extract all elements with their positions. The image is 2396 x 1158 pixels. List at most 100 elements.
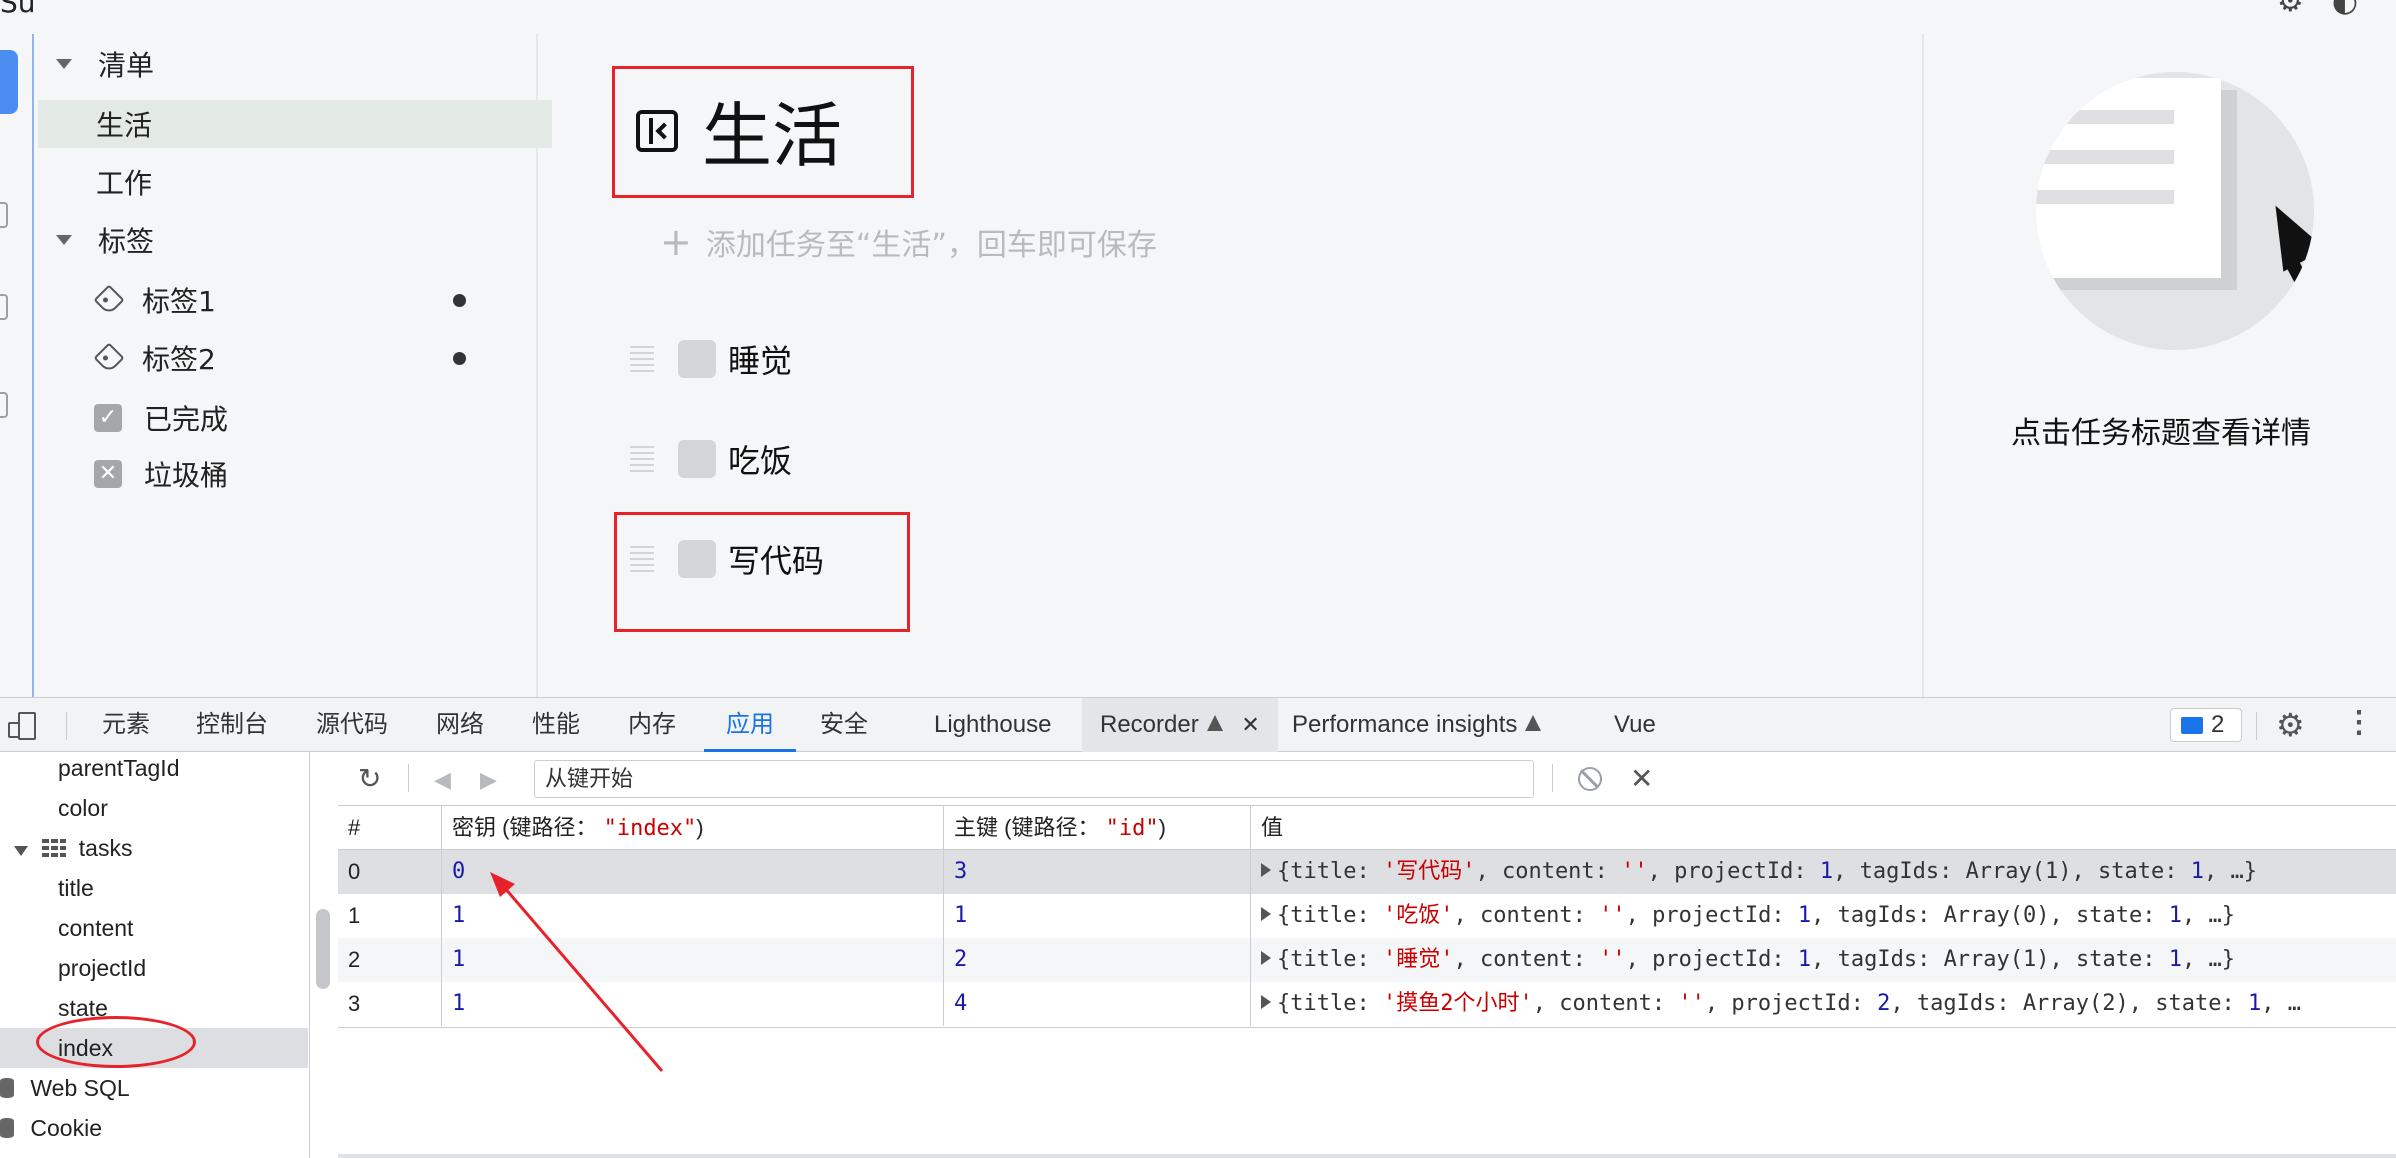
- chevron-down-icon: [56, 59, 72, 69]
- v-project-key: , projectId:: [1625, 903, 1798, 928]
- table-row[interactable]: 0 0 3 {title: '写代码', content: '', projec…: [338, 850, 2396, 894]
- sidebar-group-lists[interactable]: 清单: [56, 40, 536, 88]
- v-content: '': [1599, 903, 1626, 928]
- divider: [66, 712, 67, 740]
- tab-memory[interactable]: 内存: [628, 698, 676, 752]
- issues-button[interactable]: 2: [2170, 708, 2242, 742]
- sidebar-item-tag1[interactable]: 标签1: [56, 276, 536, 324]
- rail-active-button[interactable]: [0, 50, 18, 114]
- device-toggle-icon[interactable]: [8, 712, 38, 740]
- todo-app: Su ⚙◐ 清单 生活 工作 标签 标签1 标签2 ✓ 已完成 ✕ 垃圾桶 生活…: [0, 0, 2396, 697]
- refresh-icon[interactable]: ↻: [358, 764, 381, 794]
- tree-item-color[interactable]: color: [0, 788, 308, 828]
- github-icon[interactable]: ◐: [2332, 0, 2386, 19]
- table-row[interactable]: 2 1 2 {title: '睡觉', content: '', project…: [338, 938, 2396, 982]
- drag-handle-icon[interactable]: [630, 346, 654, 372]
- tab-performance[interactable]: 性能: [532, 698, 580, 752]
- tab-sources[interactable]: 源代码: [316, 698, 388, 752]
- tab-elements[interactable]: 元素: [102, 698, 150, 752]
- row-value[interactable]: {title: '吃饭', content: '', projectId: 1,…: [1251, 894, 2396, 938]
- row-value[interactable]: {title: '摸鱼2个小时', content: '', projectId…: [1251, 982, 2396, 1026]
- delete-selected-icon[interactable]: ✕: [1630, 764, 1653, 794]
- task-item[interactable]: 吃饭: [630, 436, 792, 482]
- sidebar-item-life[interactable]: 生活: [38, 100, 552, 148]
- tab-network[interactable]: 网络: [436, 698, 484, 752]
- col-header-key-label: 密钥 (键路径：: [452, 815, 598, 840]
- rail-icon-2[interactable]: [0, 294, 8, 320]
- v-state-key: , state:: [2049, 903, 2169, 928]
- rail-icon-3[interactable]: [0, 392, 8, 418]
- expand-triangle-icon[interactable]: [1261, 907, 1271, 921]
- col-header-num[interactable]: #: [338, 806, 442, 850]
- task-item[interactable]: 写代码: [630, 536, 824, 582]
- v-open: {: [1277, 947, 1291, 972]
- next-page-icon[interactable]: ▶: [480, 766, 497, 796]
- table-row[interactable]: 1 1 1 {title: '吃饭', content: '', project…: [338, 894, 2396, 938]
- chevron-down-icon[interactable]: [14, 846, 28, 856]
- divider: [2256, 712, 2257, 740]
- sidebar-item-completed[interactable]: ✓ 已完成: [56, 394, 536, 442]
- tab-application[interactable]: 应用: [704, 698, 796, 752]
- sidebar-item-tag2[interactable]: 标签2: [56, 334, 536, 382]
- check-icon: ✓: [94, 404, 122, 432]
- tree-scrollbar[interactable]: [316, 909, 330, 989]
- devtools-panel: 元素 控制台 源代码 网络 性能 内存 应用 安全 Lighthouse Rec…: [0, 697, 2396, 1158]
- task-checkbox[interactable]: [678, 440, 716, 478]
- task-title[interactable]: 吃饭: [728, 436, 792, 482]
- expand-triangle-icon[interactable]: [1261, 995, 1271, 1009]
- drag-handle-icon[interactable]: [630, 546, 654, 572]
- settings-icon[interactable]: ⚙: [2277, 0, 2332, 19]
- task-title[interactable]: 睡觉: [728, 336, 792, 382]
- col-header-primary-label: 主键 (键路径：: [954, 815, 1100, 840]
- tab-recorder[interactable]: Recorder ✕: [1082, 698, 1278, 752]
- tag-color-dot: [453, 351, 466, 365]
- table-row[interactable]: 3 1 4 {title: '摸鱼2个小时', content: '', pro…: [338, 982, 2396, 1026]
- col-header-key[interactable]: 密钥 (键路径： "index"): [442, 806, 944, 850]
- sidebar-item-work[interactable]: 工作: [56, 158, 536, 206]
- tab-performance-insights[interactable]: Performance insights: [1292, 698, 1542, 752]
- clear-object-store-icon[interactable]: [1578, 767, 1602, 791]
- tree-item-title[interactable]: title: [0, 868, 308, 908]
- sidebar: 清单 生活 工作 标签 标签1 标签2 ✓ 已完成 ✕ 垃圾桶: [36, 34, 552, 697]
- drag-handle-icon[interactable]: [630, 446, 654, 472]
- expand-triangle-icon[interactable]: [1261, 863, 1271, 877]
- tree-item-parentTagId[interactable]: parentTagId: [0, 752, 308, 788]
- row-value[interactable]: {title: '写代码', content: '', projectId: 1…: [1251, 850, 2396, 894]
- v-tag-key: , tagIds:: [1811, 947, 1944, 972]
- v-tail: , …: [2261, 991, 2301, 1016]
- sidebar-toggle-icon[interactable]: [636, 109, 678, 152]
- prev-page-icon[interactable]: ◀: [434, 766, 451, 796]
- tree-item-label: Web SQL: [30, 1075, 130, 1101]
- add-task-input[interactable]: + 添加任务至“生活”，回车即可保存: [660, 220, 1157, 264]
- tree-item-websql[interactable]: Web SQL: [0, 1068, 308, 1108]
- table-bottom-scrollbar[interactable]: [338, 1154, 2396, 1158]
- sidebar-group-tags[interactable]: 标签: [56, 216, 536, 264]
- col-header-primary[interactable]: 主键 (键路径： "id"): [944, 806, 1251, 850]
- tab-console[interactable]: 控制台: [196, 698, 268, 752]
- tree-item-content[interactable]: content: [0, 908, 308, 948]
- row-key: 1: [442, 938, 944, 982]
- v-tag-key: , tagIds:: [1890, 991, 2023, 1016]
- tab-lighthouse[interactable]: Lighthouse: [934, 698, 1051, 752]
- tab-vue[interactable]: Vue: [1614, 698, 1656, 752]
- gear-icon[interactable]: ⚙: [2276, 709, 2305, 741]
- tab-security[interactable]: 安全: [820, 698, 868, 752]
- tree-item-tasks[interactable]: tasks: [0, 828, 308, 868]
- app-title-cut: Su: [0, 0, 36, 19]
- tree-item-cookie[interactable]: Cookie: [0, 1108, 308, 1148]
- task-item[interactable]: 睡觉: [630, 336, 792, 382]
- task-checkbox[interactable]: [678, 540, 716, 578]
- more-vertical-icon[interactable]: ⋮: [2344, 708, 2374, 738]
- close-tab-icon[interactable]: ✕: [1241, 712, 1259, 737]
- tree-item-projectId[interactable]: projectId: [0, 948, 308, 988]
- row-value[interactable]: {title: '睡觉', content: '', projectId: 1,…: [1251, 938, 2396, 982]
- col-header-value[interactable]: 值: [1251, 806, 2396, 850]
- expand-triangle-icon[interactable]: [1261, 951, 1271, 965]
- task-title[interactable]: 写代码: [728, 536, 824, 582]
- task-checkbox[interactable]: [678, 340, 716, 378]
- rail-icon-1[interactable]: [0, 202, 8, 228]
- plus-icon: +: [660, 220, 692, 264]
- row-primary-key: 1: [944, 894, 1251, 938]
- start-key-input[interactable]: 从键开始: [534, 760, 1534, 798]
- sidebar-item-trash[interactable]: ✕ 垃圾桶: [56, 450, 536, 498]
